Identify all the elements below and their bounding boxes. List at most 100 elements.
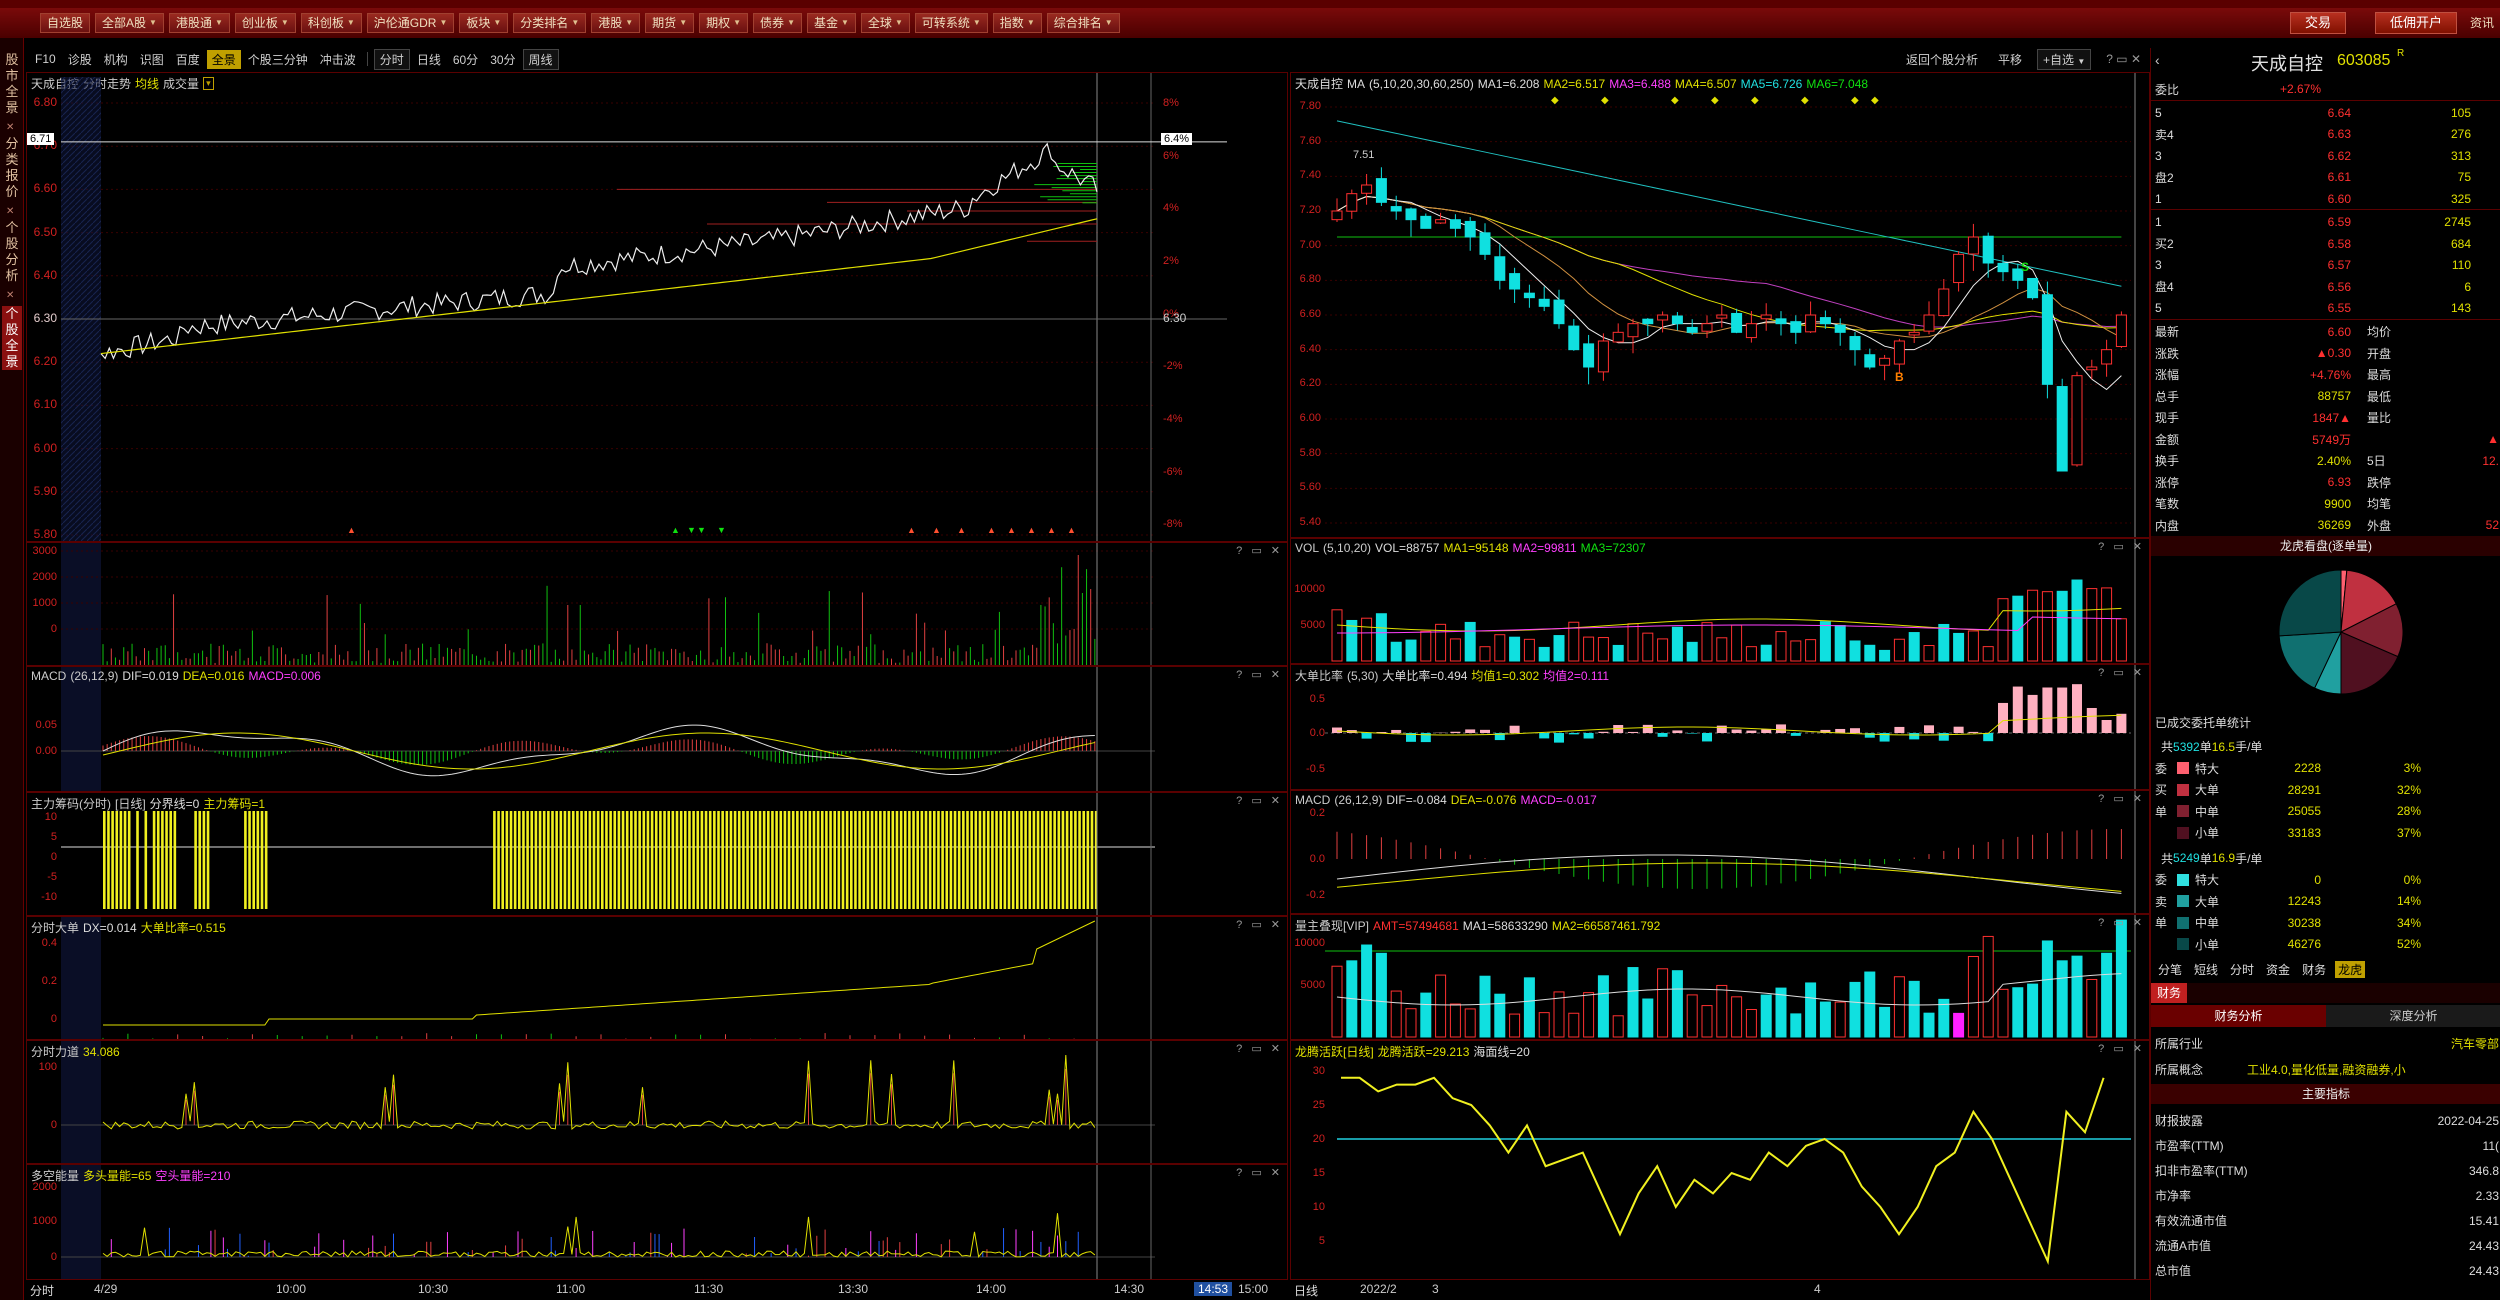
menu-item[interactable]: 港股 ▼	[591, 13, 641, 33]
finance-label: 有效流通市值	[2155, 1214, 2228, 1228]
panel-controls[interactable]: ? ▭ ✕	[2098, 1042, 2145, 1055]
quote-stock-code: 603085	[2337, 52, 2391, 69]
tab-category-quotes[interactable]: 分类报价	[2, 136, 22, 200]
panel-controls[interactable]: ? ▭ ✕	[2098, 666, 2145, 679]
panel-controls[interactable]: ? ▭ ✕	[1236, 668, 1283, 681]
menu-item[interactable]: 自选股	[40, 13, 91, 33]
axis-label: 5000	[1300, 979, 1325, 991]
menu-item[interactable]: 全部A股 ▼	[95, 13, 164, 33]
pie-slice	[2278, 568, 2342, 636]
stat-row: 涨停 6.93 跌停	[2151, 471, 2500, 493]
pan-button[interactable]: 平移	[1993, 50, 2027, 69]
quote-tab[interactable]: 短线	[2191, 961, 2221, 978]
percent-axis-label: -8%	[1163, 518, 1183, 531]
close-icon[interactable]: ✕	[6, 122, 14, 133]
back-to-analysis-button[interactable]: 返回个股分析	[1901, 50, 1983, 69]
quote-tab[interactable]: 分笔	[2155, 961, 2185, 978]
toolbar-item[interactable]: 机构	[99, 50, 133, 69]
bid-price: 6.57	[2327, 258, 2351, 272]
quote-tab[interactable]: 分时	[2227, 961, 2257, 978]
toolbar-item[interactable]: 识图	[135, 50, 169, 69]
tab-stock-panorama[interactable]: 个股全景	[2, 306, 22, 370]
ask-level: 盘2	[2155, 170, 2174, 185]
quote-tab[interactable]: 财务	[2299, 961, 2329, 978]
summary-count: 5249	[2173, 851, 2200, 865]
period-tab[interactable]: 30分	[485, 50, 520, 69]
menu-item[interactable]: 沪伦通GDR ▼	[366, 13, 455, 33]
toolbar-item-selected[interactable]: 全景	[206, 49, 241, 69]
panel-controls[interactable]: ? ▭ ✕	[2098, 916, 2145, 929]
toolbar-item[interactable]: 冲击波	[315, 50, 361, 69]
main-index-header: 主要指标	[2151, 1083, 2500, 1104]
divider	[2151, 209, 2500, 210]
axis-label: -0.5	[1306, 763, 1325, 775]
menu-item[interactable]: 期货 ▼	[645, 13, 695, 33]
svg-text:▲: ▲	[987, 525, 996, 535]
stat-value: 9900	[2324, 496, 2351, 511]
close-icon[interactable]: ✕	[6, 290, 14, 301]
panel-controls[interactable]: ? ▭ ✕	[2098, 792, 2145, 805]
quote-tab[interactable]: 龙虎	[2335, 961, 2366, 978]
menu-item[interactable]: 创业板 ▼	[234, 13, 296, 33]
finance-analysis-tab[interactable]: 财务分析	[2151, 1004, 2326, 1027]
panel-controls[interactable]: ? ▭ ✕	[1236, 1166, 1283, 1179]
toolbar-item[interactable]: 个股三分钟	[243, 50, 313, 69]
menu-item[interactable]: 综合排名 ▼	[1046, 13, 1120, 33]
order-side: 卖	[2155, 894, 2168, 909]
divider	[2151, 318, 2500, 320]
info-button[interactable]: 资讯	[2470, 14, 2494, 31]
menu-item[interactable]: 港股通 ▼	[168, 13, 230, 33]
bid-row: 5 6.55 143	[2151, 297, 2500, 319]
panel-title: MACD (26,12,9) DIF=0.019 DEA=0.016 MACD=0.00…	[31, 669, 321, 683]
period-tab[interactable]: 日线	[412, 50, 446, 69]
ask-volume: 325	[2450, 191, 2471, 206]
stat-row: 换手 2.40% 5日 12.	[2151, 450, 2500, 472]
order-size: 中单	[2195, 916, 2220, 930]
add-watchlist-button[interactable]: +自选 ▼	[2036, 48, 2092, 70]
open-account-button[interactable]: 低佣开户	[2375, 12, 2458, 34]
percent-axis-label: 2%	[1163, 255, 1179, 268]
menu-item[interactable]: 期权 ▼	[699, 13, 749, 33]
ma-label: MA5=6.726	[1740, 76, 1803, 91]
indicator-label: (26,12,9)	[1334, 793, 1383, 807]
quote-tab[interactable]: 资金	[2263, 961, 2293, 978]
stat-row: 涨幅 +4.76% 最高	[2151, 364, 2500, 386]
big-order-ratio-panel: 大单比率 (5,30) 大单比率=0.494 均值1=0.302 均值2=0.111 ? …	[1290, 664, 2150, 790]
menu-item[interactable]: 板块 ▼	[459, 13, 509, 33]
panel-controls[interactable]: ? ▭ ✕	[2101, 51, 2146, 67]
stat-label: 换手	[2155, 454, 2180, 468]
period-more-select[interactable]: 周线	[522, 48, 559, 70]
panel-controls[interactable]: ? ▭ ✕	[1236, 1042, 1283, 1055]
finance-tab[interactable]: 财务	[2151, 982, 2188, 1003]
chevron-left-icon[interactable]: ‹	[2155, 52, 2160, 68]
toolbar-item[interactable]: 诊股	[63, 50, 97, 69]
deep-analysis-tab[interactable]: 深度分析	[2326, 1004, 2500, 1027]
toolbar-item[interactable]: 百度	[171, 50, 205, 69]
menu-item[interactable]: 债券 ▼	[753, 13, 802, 33]
trade-button[interactable]: 交易	[2290, 12, 2347, 34]
period-tab[interactable]: 分时	[373, 48, 410, 70]
current-price-tag: 6.71	[27, 132, 55, 145]
stat-label-2: 均价	[2367, 325, 2392, 339]
tab-stock-analysis[interactable]: 个股分析	[2, 220, 22, 284]
menu-item[interactable]: 分类排名 ▼	[513, 13, 587, 33]
price-axis-label: 7.00	[1299, 238, 1321, 251]
menu-item[interactable]: 指数 ▼	[992, 13, 1042, 33]
menu-item[interactable]: 科创板 ▼	[300, 13, 362, 33]
price-axis-label: 6.50	[33, 224, 57, 239]
menu-item[interactable]: 可转系统 ▼	[914, 13, 988, 33]
panel-controls[interactable]: ? ▭ ✕	[1236, 544, 1283, 557]
panel-controls[interactable]: ? ▭ ✕	[1236, 918, 1283, 931]
menu-item[interactable]: 基金 ▼	[806, 13, 856, 33]
toolbar-item[interactable]: F10	[30, 51, 61, 67]
close-icon[interactable]: ✕	[6, 206, 14, 217]
period-tab[interactable]: 60分	[448, 50, 483, 69]
panel-controls[interactable]: ? ▭ ✕	[2098, 540, 2145, 553]
date-axis-prefix: 日线	[1294, 1284, 1319, 1298]
menu-item[interactable]: 全球 ▼	[860, 13, 910, 33]
tab-market-overview[interactable]: 股市全景	[2, 52, 22, 116]
stat-value: 36269	[2317, 518, 2351, 532]
ask-row: 3 6.62 313	[2151, 145, 2500, 167]
menu-label: 港股通	[175, 16, 212, 30]
panel-controls[interactable]: ? ▭ ✕	[1236, 794, 1283, 807]
